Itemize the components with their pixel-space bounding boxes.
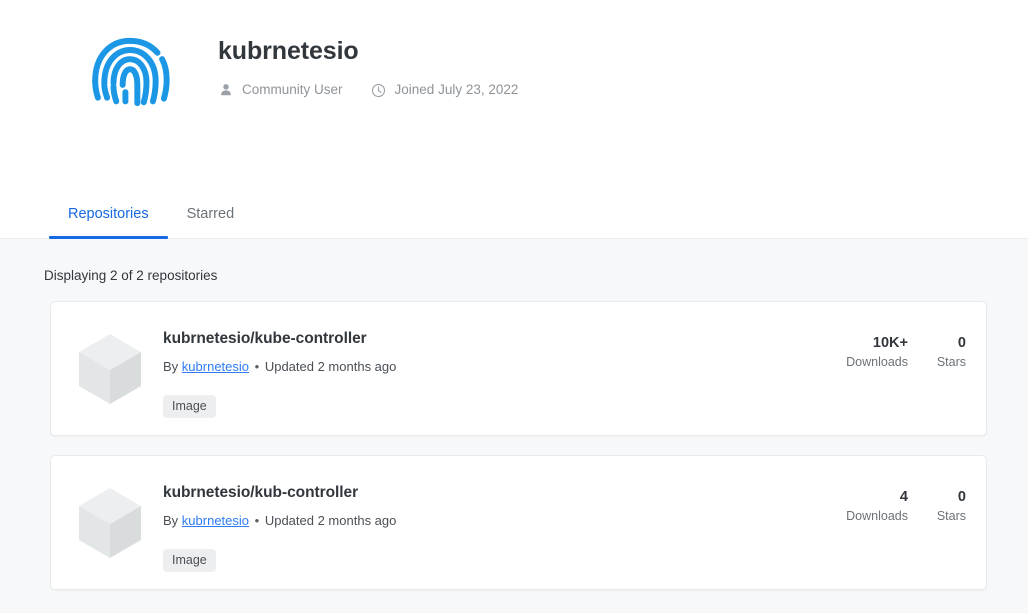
repository-badges: Image — [163, 395, 846, 418]
repository-name[interactable]: kubrnetesio/kub-controller — [163, 483, 846, 502]
stat-stars: 0 Stars — [930, 334, 966, 370]
profile-header: kubrnetesio Community User Joined July 2… — [0, 0, 1028, 239]
repository-card[interactable]: kubrnetesio/kub-controller By kubrnetesi… — [50, 455, 987, 590]
avatar — [84, 26, 176, 118]
stat-downloads-label: Downloads — [846, 355, 908, 369]
repository-thumbnail — [51, 302, 163, 435]
repositories-panel: Displaying 2 of 2 repositories kubrnetes… — [0, 239, 1028, 590]
stat-downloads-value: 4 — [899, 489, 908, 505]
results-count: Displaying 2 of 2 repositories — [44, 268, 218, 283]
byline-separator: • — [254, 359, 260, 374]
profile-summary: kubrnetesio Community User Joined July 2… — [0, 0, 1028, 118]
tab-repositories[interactable]: Repositories — [49, 191, 168, 239]
fingerprint-icon — [86, 28, 174, 116]
repository-card[interactable]: kubrnetesio/kube-controller By kubrnetes… — [50, 301, 987, 436]
stat-downloads: 10K+ Downloads — [846, 334, 908, 370]
stat-stars-label: Stars — [936, 509, 966, 523]
repository-thumbnail — [51, 456, 163, 589]
repository-info: kubrnetesio/kub-controller By kubrnetesi… — [163, 456, 846, 589]
repository-updated: Updated 2 months ago — [264, 513, 397, 528]
tab-starred[interactable]: Starred — [168, 191, 254, 238]
stat-stars-label: Stars — [936, 355, 966, 369]
profile-meta-row: Community User Joined July 23, 2022 — [218, 82, 518, 98]
profile-joined-date: Joined July 23, 2022 — [371, 82, 519, 98]
repository-updated: Updated 2 months ago — [264, 359, 397, 374]
profile-details: kubrnetesio Community User Joined July 2… — [218, 24, 518, 98]
repository-byline: By kubrnetesio • Updated 2 months ago — [163, 513, 846, 529]
repository-info: kubrnetesio/kube-controller By kubrnetes… — [163, 302, 846, 435]
by-prefix: By — [163, 359, 179, 374]
repository-owner-link[interactable]: kubrnetesio — [182, 513, 249, 528]
person-icon — [218, 82, 234, 98]
repository-name[interactable]: kubrnetesio/kube-controller — [163, 329, 846, 348]
cube-icon — [77, 487, 143, 559]
stat-stars: 0 Stars — [930, 488, 966, 524]
byline-separator: • — [254, 513, 260, 528]
repository-stats: 4 Downloads 0 Stars — [846, 456, 986, 589]
profile-username: kubrnetesio — [218, 37, 359, 65]
cube-icon — [77, 333, 143, 405]
repository-byline: By kubrnetesio • Updated 2 months ago — [163, 359, 846, 375]
repository-owner-link[interactable]: kubrnetesio — [182, 359, 249, 374]
repository-stats: 10K+ Downloads 0 Stars — [846, 302, 986, 435]
repository-badges: Image — [163, 549, 846, 572]
repository-list: kubrnetesio/kube-controller By kubrnetes… — [42, 301, 987, 590]
stat-downloads: 4 Downloads — [846, 488, 908, 524]
profile-account-type-label: Community User — [242, 82, 343, 97]
stat-downloads-value: 10K+ — [872, 335, 908, 351]
stat-stars-value: 0 — [957, 335, 966, 351]
profile-tabs: Repositories Starred — [0, 191, 1028, 239]
stat-stars-value: 0 — [957, 489, 966, 505]
by-prefix: By — [163, 513, 179, 528]
badge-image: Image — [163, 549, 216, 572]
stat-downloads-label: Downloads — [846, 509, 908, 523]
badge-image: Image — [163, 395, 216, 418]
clock-icon — [371, 82, 387, 98]
profile-joined-label: Joined July 23, 2022 — [394, 82, 519, 97]
profile-account-type: Community User — [218, 82, 343, 98]
